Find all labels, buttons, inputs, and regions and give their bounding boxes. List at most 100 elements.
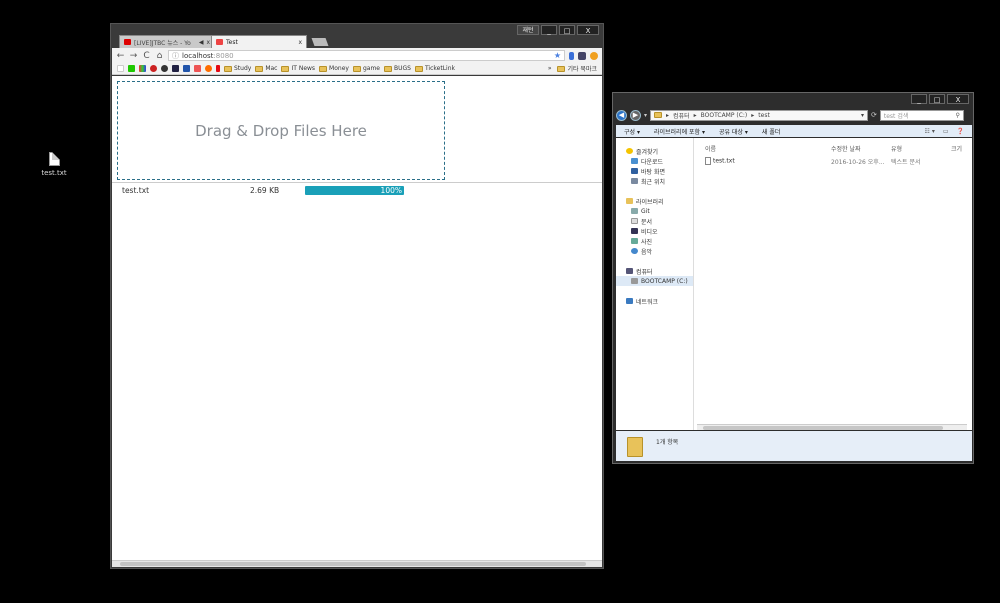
view-options-icon[interactable]: ☷ ▾ xyxy=(925,128,935,135)
minimize-button[interactable]: _ xyxy=(911,94,927,104)
mic-icon[interactable] xyxy=(569,51,574,60)
breadcrumb-sep: ▸ xyxy=(666,111,670,119)
close-button[interactable]: X xyxy=(577,25,599,35)
home-button[interactable]: ⌂ xyxy=(155,51,164,61)
organize-menu[interactable]: 구성 ▾ xyxy=(624,127,640,136)
url-port: :8080 xyxy=(213,51,234,60)
nav-computer[interactable]: 컴퓨터 xyxy=(616,266,693,276)
nav-pictures[interactable]: 사진 xyxy=(616,236,693,246)
horizontal-scrollbar[interactable] xyxy=(112,560,602,567)
nav-network[interactable]: 네트워크 xyxy=(616,296,693,306)
file-row[interactable]: test.txt 2016-10-26 오후... 텍스트 문서 xyxy=(703,157,968,167)
chat-icon[interactable] xyxy=(205,65,212,72)
bookmark-folder-ticketlink[interactable]: TicketLink xyxy=(414,65,455,72)
bookmark-folder-label: Study xyxy=(234,65,252,72)
refresh-icon[interactable]: ⟳ xyxy=(871,111,877,119)
bookmarks-overflow-button[interactable]: » xyxy=(548,65,552,72)
nav-label: 문서 xyxy=(641,218,653,226)
new-tab-button[interactable] xyxy=(311,38,329,46)
network-icon xyxy=(626,298,633,304)
scrollbar-thumb[interactable] xyxy=(703,426,943,430)
file-list-scrollbar[interactable] xyxy=(697,424,967,430)
maximize-button[interactable]: □ xyxy=(929,94,945,104)
bookmark-folder-game[interactable]: game xyxy=(352,65,380,72)
nav-videos[interactable]: 비디오 xyxy=(616,226,693,236)
history-dropdown-icon[interactable]: ▾ xyxy=(644,112,647,119)
search-input[interactable]: test 검색 ⚲ xyxy=(879,109,964,121)
other-bookmarks-folder[interactable]: 기타 북마크 xyxy=(557,64,597,73)
breadcrumb-item[interactable]: test xyxy=(758,112,770,119)
nav-label: 다운로드 xyxy=(641,158,664,166)
p-icon[interactable] xyxy=(172,65,179,72)
nav-favorites[interactable]: 즐겨찾기 xyxy=(616,146,693,156)
breadcrumb-item[interactable]: 컴퓨터 xyxy=(673,111,690,120)
scrollbar-thumb[interactable] xyxy=(120,562,586,566)
folder-icon xyxy=(224,65,232,72)
bookmark-folder-label: TicketLink xyxy=(424,65,455,72)
nav-downloads[interactable]: 다운로드 xyxy=(616,156,693,166)
bookmark-folder-label: Money xyxy=(329,65,349,72)
bookmark-folder-bugs[interactable]: BUGS xyxy=(383,65,411,72)
drive-icon xyxy=(631,278,638,284)
breadcrumb[interactable]: ▸ 컴퓨터 ▸ BOOTCAMP (C:) ▸ test ▾ xyxy=(650,109,869,121)
nav-label: 바탕 화면 xyxy=(641,168,665,176)
address-bar[interactable]: ⓘ localhost:8080 ★ xyxy=(168,50,565,61)
column-header-modified[interactable]: 수정한 날짜 xyxy=(831,144,861,153)
minimize-button[interactable]: _ xyxy=(541,25,557,35)
help-icon[interactable]: ❓ xyxy=(957,128,964,135)
back-button[interactable]: ◀ xyxy=(616,109,627,121)
maximize-button[interactable]: □ xyxy=(559,25,575,35)
nav-label: BOOTCAMP (C:) xyxy=(641,277,688,285)
nav-git[interactable]: Git xyxy=(616,206,693,216)
google-icon[interactable] xyxy=(117,65,124,72)
colorful-icon[interactable] xyxy=(139,65,146,72)
b-icon[interactable] xyxy=(194,65,201,72)
bookmarks-right: » 기타 북마크 xyxy=(548,64,597,73)
forward-button[interactable]: ▶ xyxy=(630,109,641,121)
nav-desktop[interactable]: 바탕 화면 xyxy=(616,166,693,176)
bookmark-star-icon[interactable]: ★ xyxy=(554,51,561,60)
netflix-icon[interactable] xyxy=(216,65,220,72)
column-header-size[interactable]: 크기 xyxy=(951,144,962,153)
naver-icon[interactable] xyxy=(128,65,135,72)
extension-icon[interactable] xyxy=(590,51,598,60)
share-with-menu[interactable]: 공유 대상 ▾ xyxy=(719,127,748,136)
nav-bootcamp-drive[interactable]: BOOTCAMP (C:) xyxy=(616,276,693,286)
bookmark-folder-study[interactable]: Study xyxy=(224,65,251,72)
chevron-down-icon[interactable]: ▾ xyxy=(861,112,864,119)
folder-icon xyxy=(383,65,392,72)
column-header-type[interactable]: 유형 xyxy=(891,144,902,153)
preview-pane-icon[interactable]: ▭ xyxy=(943,128,949,135)
bookmark-folder-mac[interactable]: Mac xyxy=(255,65,277,72)
video-icon xyxy=(631,228,638,234)
reload-button[interactable]: C xyxy=(142,51,151,61)
back-button[interactable]: ← xyxy=(116,51,125,61)
tab-close-button[interactable]: x xyxy=(206,39,210,46)
browser-toolbar: ← → C ⌂ ⓘ localhost:8080 ★ xyxy=(112,48,602,63)
nav-documents[interactable]: 문서 xyxy=(616,216,693,226)
breadcrumb-item[interactable]: BOOTCAMP (C:) xyxy=(701,112,748,119)
blue-cube-icon[interactable] xyxy=(183,65,190,72)
new-folder-button[interactable]: 새 폴더 xyxy=(762,127,780,136)
tab-close-button[interactable]: x xyxy=(298,39,302,46)
nav-libraries[interactable]: 라이브러리 xyxy=(616,196,693,206)
close-button[interactable]: X xyxy=(947,94,969,104)
nav-label: 즐겨찾기 xyxy=(636,148,659,156)
ime-button[interactable]: 재턴 xyxy=(517,25,539,35)
desktop-file-test-txt[interactable]: test.txt xyxy=(38,152,70,177)
nav-recent[interactable]: 최근 위치 xyxy=(616,176,693,186)
tab-test[interactable]: Test x xyxy=(211,35,307,48)
column-header-name[interactable]: 이름 xyxy=(705,144,716,153)
include-in-library-menu[interactable]: 라이브러리에 포함 ▾ xyxy=(654,127,705,136)
red-circle-icon[interactable] xyxy=(150,65,157,72)
nav-music[interactable]: 음악 xyxy=(616,246,693,256)
forward-button[interactable]: → xyxy=(129,51,138,61)
translate-extension-icon[interactable] xyxy=(578,51,586,60)
bookmark-folder-money[interactable]: Money xyxy=(319,65,349,72)
bookmark-folder-it-news[interactable]: IT News xyxy=(281,65,315,72)
tab-jtbc[interactable]: [LIVE]JTBC 뉴스 - Yo ◀ x xyxy=(119,35,215,48)
github-icon[interactable] xyxy=(161,65,168,72)
drop-zone[interactable]: Drag & Drop Files Here xyxy=(117,81,445,180)
navigation-pane: 즐겨찾기 다운로드 바탕 화면 최근 위치 라이브러리 Git 문서 비디오 사… xyxy=(616,138,694,430)
file-name: test.txt xyxy=(705,157,735,165)
